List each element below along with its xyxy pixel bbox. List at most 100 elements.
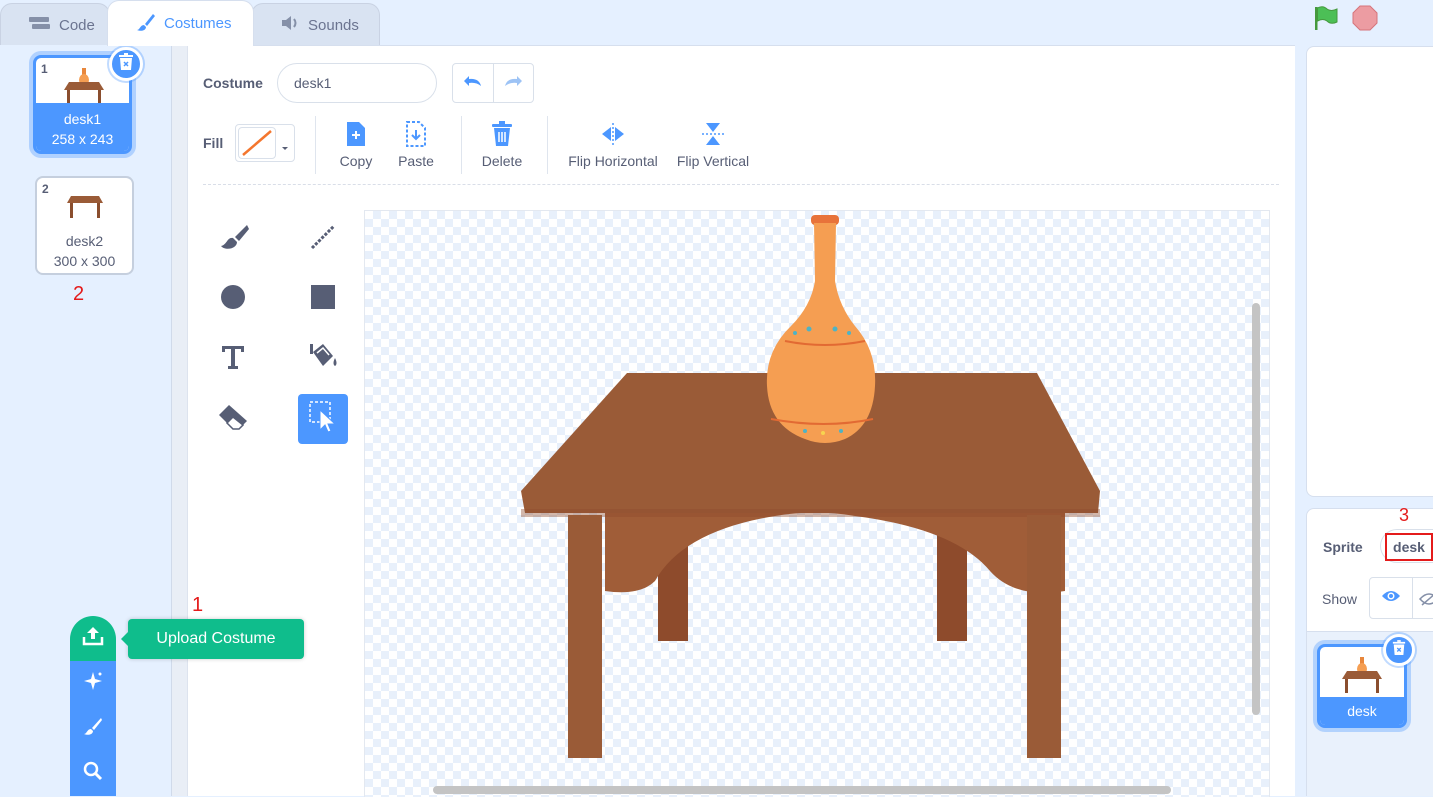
line-tool[interactable] xyxy=(298,214,348,264)
tab-sounds-label: Sounds xyxy=(308,16,359,34)
stage-preview[interactable] xyxy=(1306,46,1433,497)
annotation-marker-2: 2 xyxy=(73,283,85,305)
copy-label: Copy xyxy=(339,153,373,169)
trash-icon xyxy=(1392,639,1406,661)
costume-tile-2[interactable]: 2 desk2 300 x 300 xyxy=(35,176,134,275)
upload-icon xyxy=(82,626,104,651)
annotation-marker-1: 1 xyxy=(192,594,204,616)
fill-color-picker[interactable] xyxy=(235,124,295,162)
tab-costumes-label: Costumes xyxy=(164,15,232,32)
circle-icon xyxy=(219,283,247,316)
eye-slash-icon xyxy=(1418,592,1433,611)
copy-icon xyxy=(336,121,376,147)
trash-icon xyxy=(479,121,525,147)
sprite-tile-label: desk xyxy=(1320,697,1404,725)
tab-code-label: Code xyxy=(59,16,95,34)
costume-name-input[interactable]: desk1 xyxy=(277,63,437,103)
canvas-horizontal-scrollbar[interactable] xyxy=(433,786,1171,794)
flip-vertical-icon xyxy=(673,121,753,147)
paint-button[interactable] xyxy=(70,706,116,751)
surprise-icon xyxy=(82,670,104,697)
rectangle-icon xyxy=(310,284,336,315)
paste-button[interactable]: Paste xyxy=(395,121,437,169)
costume-list-scrollbar[interactable] xyxy=(172,45,188,796)
paintbrush-icon xyxy=(136,12,156,36)
text-tool[interactable] xyxy=(208,334,258,384)
paint-icon xyxy=(83,716,103,741)
flip-vertical-label: Flip Vertical xyxy=(676,153,750,169)
costume-name: desk1 xyxy=(63,111,102,127)
costume-number: 2 xyxy=(42,182,49,196)
paint-bucket-icon xyxy=(307,342,339,377)
costume-number: 1 xyxy=(41,62,48,76)
undo-icon xyxy=(463,74,483,93)
code-blocks-icon xyxy=(29,16,51,34)
flip-horizontal-button[interactable]: Flip Horizontal xyxy=(564,121,662,169)
undo-redo-group xyxy=(452,63,534,103)
copy-button[interactable]: Copy xyxy=(336,121,376,169)
stop-icon[interactable] xyxy=(1352,5,1378,36)
show-sprite-button[interactable] xyxy=(1369,577,1413,619)
tab-code[interactable]: Code xyxy=(0,3,110,46)
sprite-name-input[interactable]: desk xyxy=(1380,529,1433,563)
search-button[interactable] xyxy=(70,751,116,796)
trash-icon xyxy=(118,52,134,76)
sprite-list: desk xyxy=(1306,632,1433,796)
brush-icon xyxy=(217,223,249,256)
speaker-icon xyxy=(280,15,300,35)
green-flag-icon[interactable] xyxy=(1313,5,1339,36)
hide-sprite-button[interactable] xyxy=(1413,577,1433,619)
fill-label: Fill xyxy=(203,135,224,151)
annotation-marker-3: 3 xyxy=(1399,505,1410,525)
add-costume-menu xyxy=(70,616,116,796)
paint-editor: Costume desk1 Fill Copy Paste Delete Fli… xyxy=(188,45,1295,797)
eye-icon xyxy=(1381,589,1401,608)
tab-costumes[interactable]: Costumes xyxy=(107,0,254,46)
upload-costume-tooltip: Upload Costume xyxy=(121,619,304,659)
search-icon xyxy=(83,761,103,786)
caret-down-icon xyxy=(281,139,289,157)
undo-button[interactable] xyxy=(453,64,494,102)
delete-label: Delete xyxy=(481,153,523,169)
delete-sprite-button[interactable] xyxy=(1383,634,1415,666)
tab-sounds[interactable]: Sounds xyxy=(251,3,380,46)
fill-swatch xyxy=(238,127,276,159)
redo-button[interactable] xyxy=(494,64,534,102)
circle-tool[interactable] xyxy=(208,274,258,324)
redo-icon xyxy=(503,74,523,93)
costume-name: desk2 xyxy=(65,233,104,249)
flip-horizontal-label: Flip Horizontal xyxy=(568,153,658,169)
canvas-vertical-scrollbar[interactable] xyxy=(1252,303,1260,715)
costume-artwork xyxy=(521,215,1100,758)
line-icon xyxy=(309,223,337,256)
paste-label: Paste xyxy=(398,153,434,169)
costume-name-value: desk1 xyxy=(294,75,332,91)
text-icon xyxy=(220,344,246,375)
costume-name-label: Costume xyxy=(203,75,263,91)
delete-costume-button[interactable] xyxy=(109,47,143,81)
flip-vertical-button[interactable]: Flip Vertical xyxy=(673,121,753,169)
costume-label: desk2 300 x 300 xyxy=(37,225,132,273)
costume-size: 258 x 243 xyxy=(51,131,114,147)
costume-size: 300 x 300 xyxy=(53,253,116,269)
select-tool[interactable] xyxy=(298,394,348,444)
upload-costume-button[interactable] xyxy=(70,616,116,661)
costume-thumbnail xyxy=(67,196,103,218)
surprise-button[interactable] xyxy=(70,661,116,706)
flip-horizontal-icon xyxy=(564,121,662,147)
paste-icon xyxy=(395,121,437,147)
costume-thumbnail xyxy=(64,68,104,104)
eraser-icon xyxy=(217,403,249,436)
sprite-label: Sprite xyxy=(1323,539,1363,555)
sprite-info-panel: Sprite desk 3 Show xyxy=(1306,505,1433,632)
paint-canvas[interactable] xyxy=(364,210,1270,797)
sprite-thumbnail xyxy=(1342,657,1382,693)
sprite-name-value: desk xyxy=(1385,533,1433,561)
eraser-tool[interactable] xyxy=(208,394,258,444)
delete-button[interactable]: Delete xyxy=(479,121,525,169)
brush-tool[interactable] xyxy=(208,214,258,264)
fill-tool[interactable] xyxy=(298,334,348,384)
rectangle-tool[interactable] xyxy=(298,274,348,324)
costume-label: desk1 258 x 243 xyxy=(36,103,129,151)
select-arrow-icon xyxy=(309,400,337,438)
